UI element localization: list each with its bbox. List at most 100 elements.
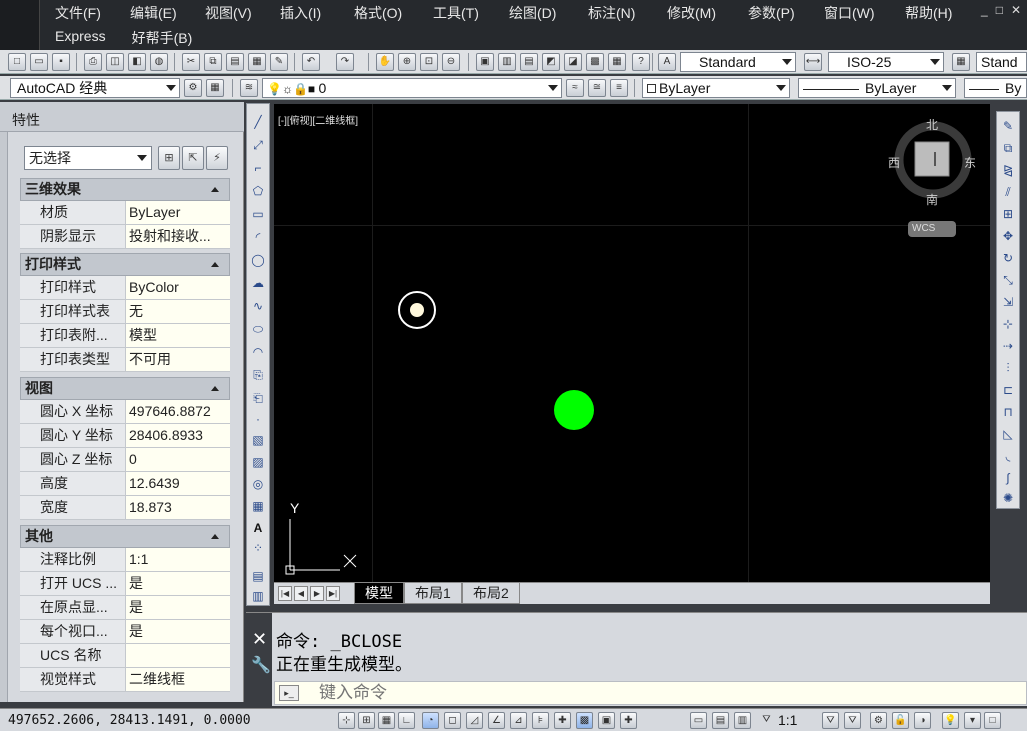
- menu-view[interactable]: 视图(V): [205, 3, 280, 23]
- menu-tools[interactable]: 工具(T): [433, 3, 509, 23]
- cursor-coordinates[interactable]: 497652.2606, 28413.1491, 0.0000: [8, 713, 251, 728]
- menu-insert[interactable]: 插入(I): [280, 3, 354, 23]
- property-value[interactable]: 1:1: [126, 548, 230, 571]
- property-row[interactable]: 打印表类型 不可用: [20, 348, 230, 372]
- hatch-icon[interactable]: ▧: [250, 432, 266, 448]
- property-value[interactable]: [126, 644, 230, 667]
- close-icon[interactable]: ✕: [1011, 3, 1021, 17]
- selection-select[interactable]: 无选择: [24, 146, 152, 170]
- tab-layout2[interactable]: 布局2: [462, 583, 520, 604]
- table-style-icon[interactable]: ▦: [952, 53, 970, 71]
- workspace-select[interactable]: AutoCAD 经典: [10, 78, 180, 98]
- viewcube-east[interactable]: 东: [964, 154, 976, 171]
- property-row[interactable]: 打印表附... 模型: [20, 324, 230, 348]
- menu-edit[interactable]: 编辑(E): [130, 3, 205, 23]
- property-value[interactable]: ByColor: [126, 276, 230, 299]
- minimize-icon[interactable]: _: [981, 3, 988, 17]
- explode-icon[interactable]: ✺: [1000, 490, 1016, 506]
- dynamic-ucs-icon[interactable]: ⊿: [510, 712, 527, 729]
- property-value[interactable]: 是: [126, 620, 230, 643]
- stretch-icon[interactable]: ⇲: [1000, 294, 1016, 310]
- zoom-window-icon[interactable]: ⊡: [420, 53, 438, 71]
- clean-screen-icon[interactable]: □: [984, 712, 1001, 729]
- revision-cloud-icon[interactable]: ☁: [250, 275, 266, 291]
- quick-view-drawings-icon[interactable]: ▥: [734, 712, 751, 729]
- status-menu-icon[interactable]: ▾: [964, 712, 981, 729]
- properties-icon[interactable]: ▣: [476, 53, 494, 71]
- draw-extra1-icon[interactable]: ▤: [250, 568, 266, 584]
- 3d-object-snap-icon[interactable]: ◿: [466, 712, 483, 729]
- add-selected-icon[interactable]: ⁘: [250, 540, 266, 556]
- property-value[interactable]: 18.873: [126, 496, 230, 519]
- property-row[interactable]: 宽度 18.873: [20, 496, 230, 520]
- tab-model[interactable]: 模型: [354, 583, 404, 604]
- layer-select[interactable]: 💡☼🔒■ 0: [262, 78, 562, 98]
- menu-modify[interactable]: 修改(M): [667, 3, 748, 23]
- undo-icon[interactable]: ↶: [302, 53, 320, 71]
- command-input-bar[interactable]: ▸_: [274, 681, 1027, 705]
- zoom-previous-icon[interactable]: ⊖: [442, 53, 460, 71]
- wcs-menu[interactable]: WCS: [908, 221, 956, 237]
- property-row[interactable]: 打印样式表无: [20, 300, 230, 324]
- table-style-select[interactable]: Stand: [976, 52, 1027, 72]
- rectangle-icon[interactable]: ▭: [250, 206, 266, 222]
- sheet-set-icon[interactable]: ◩: [542, 53, 560, 71]
- workspace-grid-icon[interactable]: ▦: [206, 79, 224, 97]
- quick-properties-icon[interactable]: ▣: [598, 712, 615, 729]
- command-input[interactable]: [319, 683, 1019, 703]
- isolate-objects-icon[interactable]: 💡: [942, 712, 959, 729]
- layer-manager-icon[interactable]: ≋: [240, 79, 258, 97]
- ellipse-arc-icon[interactable]: ◠: [250, 344, 266, 360]
- viewcube-compass[interactable]: [894, 121, 972, 199]
- layer-state-icon[interactable]: ≡: [610, 79, 628, 97]
- menu-draw[interactable]: 绘图(D): [509, 3, 588, 23]
- customize-wrench-icon[interactable]: 🔧: [251, 655, 271, 675]
- extend-icon[interactable]: ⇢: [1000, 338, 1016, 354]
- copy-icon[interactable]: ⧉: [204, 53, 222, 71]
- chamfer-icon[interactable]: ◺: [1000, 426, 1016, 442]
- calculator-icon[interactable]: ▩: [586, 53, 604, 71]
- move-icon[interactable]: ✥: [1000, 228, 1016, 244]
- white-dot[interactable]: [410, 303, 424, 317]
- group-header[interactable]: 打印样式: [20, 253, 230, 276]
- restore-icon[interactable]: □: [996, 3, 1003, 17]
- quick-view-layouts-icon[interactable]: ▤: [712, 712, 729, 729]
- menu-dimension[interactable]: 标注(N): [588, 3, 667, 23]
- property-value[interactable]: 模型: [126, 324, 230, 347]
- property-row[interactable]: 高度 12.6439: [20, 472, 230, 496]
- region-icon[interactable]: ◎: [250, 476, 266, 492]
- menu-express[interactable]: Express: [55, 28, 106, 48]
- property-row[interactable]: UCS 名称: [20, 644, 230, 668]
- make-block-icon[interactable]: ⎗: [250, 390, 266, 406]
- array-icon[interactable]: ⊞: [1000, 206, 1016, 222]
- break-at-point-icon[interactable]: ⫶: [1000, 360, 1016, 376]
- close-command-icon[interactable]: ✕: [252, 629, 267, 650]
- point-icon[interactable]: ·: [250, 411, 266, 427]
- construction-line-icon[interactable]: ⤢: [250, 137, 266, 153]
- save-icon[interactable]: ▪: [52, 53, 70, 71]
- group-header[interactable]: 三维效果: [20, 178, 230, 201]
- next-tab-icon[interactable]: ▶: [310, 586, 324, 601]
- property-row[interactable]: 圆心 X 坐标 497646.8872: [20, 400, 230, 424]
- property-row[interactable]: 圆心 Y 坐标 28406.8933: [20, 424, 230, 448]
- menu-helper[interactable]: 好帮手(B): [132, 28, 193, 48]
- scale-icon[interactable]: ⤡: [1000, 272, 1016, 288]
- property-row[interactable]: 视觉样式 二维线框: [20, 668, 230, 692]
- properties-title-bar[interactable]: 特性: [0, 102, 244, 132]
- copy-object-icon[interactable]: ⧉: [1000, 140, 1016, 156]
- property-row[interactable]: 打开 UCS ... 是: [20, 572, 230, 596]
- object-snap-tracking-icon[interactable]: ∠: [488, 712, 505, 729]
- property-value[interactable]: 是: [126, 572, 230, 595]
- property-row[interactable]: 圆心 Z 坐标 0: [20, 448, 230, 472]
- blend-curves-icon[interactable]: ∫: [1000, 470, 1016, 486]
- ellipse-icon[interactable]: ⬭: [250, 321, 266, 337]
- property-value[interactable]: ByLayer: [126, 201, 230, 224]
- viewcube-south[interactable]: 南: [926, 191, 938, 208]
- property-value[interactable]: 二维线框: [126, 668, 230, 691]
- polar-tracking-icon[interactable]: ◔: [422, 712, 439, 729]
- property-value[interactable]: 12.6439: [126, 472, 230, 495]
- property-value[interactable]: 是: [126, 596, 230, 619]
- cut-icon[interactable]: ✂: [182, 53, 200, 71]
- app-logo[interactable]: [0, 0, 40, 50]
- rotate-icon[interactable]: ↻: [1000, 250, 1016, 266]
